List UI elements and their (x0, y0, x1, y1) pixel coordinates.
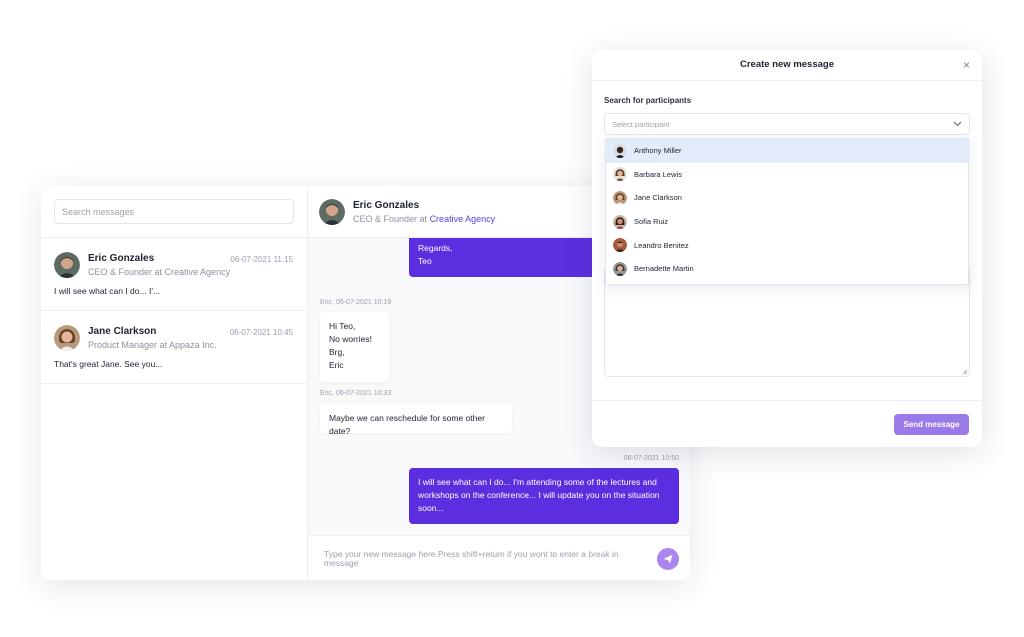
conversation-preview: That's great Jane. See you... (54, 359, 163, 369)
participant-option[interactable]: Bernadette Martin (606, 257, 968, 281)
conversation-date: 06-07-2021 10:45 (229, 328, 293, 337)
conversation-item-jane[interactable]: Jane Clarkson Product Manager at Appaza … (41, 311, 307, 384)
participant-option[interactable]: Leandro Benitez (606, 233, 968, 257)
participant-name: Anthony Miller (634, 146, 682, 156)
participant-name: Bernadette Martin (634, 264, 694, 274)
message-line: Regards, (418, 243, 453, 253)
message-line: Eric (329, 360, 344, 370)
participant-name: Sofia Ruiz (634, 217, 669, 227)
participant-name: Barbara Lewis (634, 169, 682, 179)
modal-header: Create new message × (592, 50, 982, 81)
conversation-preview: I will see what can I do... I'... (54, 286, 161, 296)
message-outgoing: I will see what can I do... I'm attendin… (409, 468, 679, 524)
message-line: soon... (418, 503, 444, 513)
participant-option[interactable]: Sofia Ruiz (606, 210, 968, 234)
search-placeholder: Search messages (62, 206, 135, 217)
participant-avatar (613, 167, 627, 182)
select-placeholder: Select participant (612, 119, 670, 129)
message-incoming: Hi Teo, No worries! Brg, Eric (320, 312, 389, 382)
thread-role-prefix: CEO & Founder at (353, 213, 428, 224)
message-input[interactable]: Type your new message here.Press shift+r… (324, 550, 634, 568)
conversation-item-eric[interactable]: Eric Gonzales CEO & Founder at Creative … (41, 238, 307, 311)
participant-dropdown: Anthony Miller Barbara Lewis Jane Clarks… (605, 138, 969, 285)
message-line: Brg, (329, 347, 345, 357)
send-message-button[interactable]: Send message (894, 414, 969, 435)
message-textarea[interactable] (604, 270, 970, 377)
modal-footer-divider (592, 400, 982, 401)
eric-avatar (319, 198, 345, 225)
conversation-date: 06-07-2021 11:15 (230, 255, 293, 264)
send-round-button[interactable] (657, 548, 679, 570)
message-line: No worries! (329, 334, 372, 344)
company-link[interactable]: Creative Agency (430, 214, 496, 224)
participant-avatar (613, 143, 627, 158)
message-meta: Eric, 06-07-2021 10:33 (320, 390, 392, 397)
message-meta: Eric, 05-07-2021 10:19 (320, 299, 392, 306)
eric-avatar (54, 252, 80, 278)
search-area: Search messages (41, 186, 307, 238)
participant-option[interactable]: Jane Clarkson (606, 186, 968, 210)
conversation-role: CEO & Founder at Creative Agency (88, 267, 231, 277)
participant-avatar (613, 214, 627, 229)
participant-avatar (613, 261, 627, 276)
message-line: I will see what can I do... I'm attendin… (418, 477, 657, 487)
participant-select[interactable]: Select participant (604, 113, 970, 135)
conversation-list-panel: Search messages Eric Gonzales CEO & Foun… (41, 186, 308, 580)
participant-name: Jane Clarkson (634, 193, 682, 203)
jane-avatar (54, 325, 80, 351)
modal-title: Create new message (740, 59, 834, 70)
participant-option[interactable]: Barbara Lewis (606, 163, 968, 187)
message-line: Teo (418, 256, 432, 266)
message-line: Maybe we can reschedule for some other d… (329, 413, 485, 436)
participant-avatar (613, 190, 627, 205)
message-composer: Type your new message here.Press shift+r… (308, 535, 690, 580)
participant-option[interactable]: Anthony Miller (606, 139, 968, 163)
participants-label: Search for participants (604, 96, 692, 105)
send-icon (663, 554, 673, 564)
conversation-role: Product Manager at Appaza Inc. (88, 340, 217, 350)
message-incoming: Maybe we can reschedule for some other d… (320, 403, 512, 436)
message-line: workshops on the conference... I will up… (418, 490, 660, 500)
participant-avatar (613, 238, 627, 253)
conversation-name: Jane Clarkson (88, 326, 157, 337)
thread-contact-name: Eric Gonzales (353, 199, 420, 211)
conversation-name: Eric Gonzales (88, 253, 155, 264)
message-line: Hi Teo, (329, 321, 356, 331)
message-meta: 06-07-2021 10:50 (623, 455, 679, 462)
resize-handle-icon[interactable] (962, 369, 968, 375)
chevron-down-icon (953, 121, 962, 127)
thread-contact-role: CEO & Founder at Creative Agency (353, 214, 495, 224)
participant-name: Leandro Benitez (634, 240, 689, 250)
search-messages-input[interactable]: Search messages (54, 199, 294, 224)
close-icon[interactable]: × (963, 58, 970, 72)
